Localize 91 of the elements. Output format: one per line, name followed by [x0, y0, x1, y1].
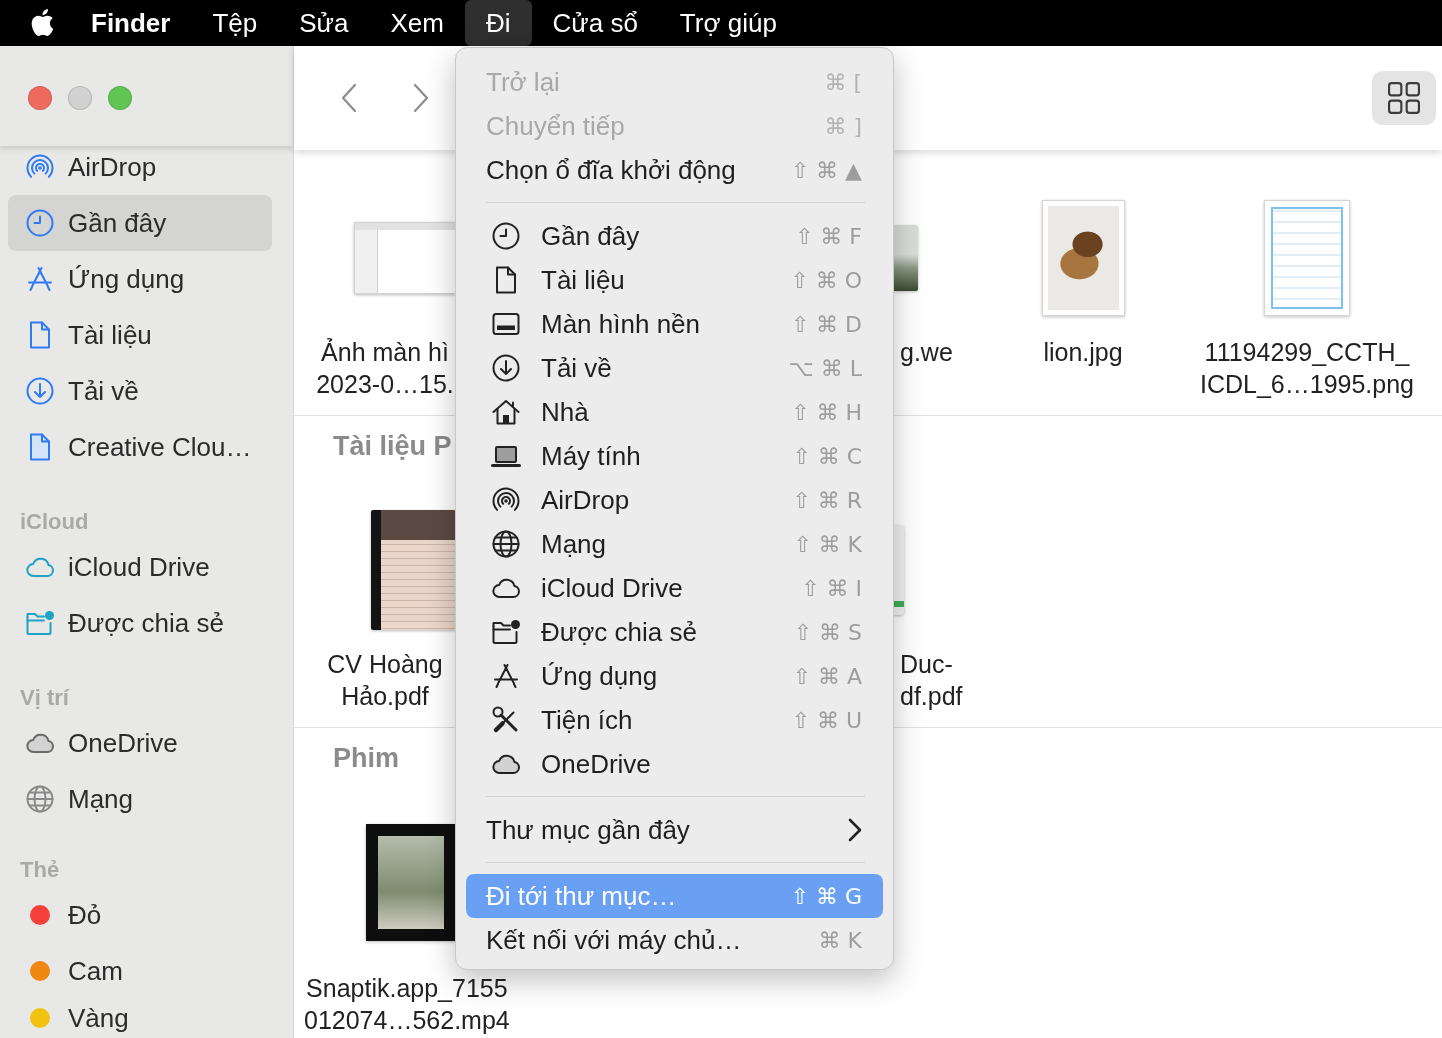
menu-item[interactable]: Tài liệu ⇧ ⌘ O — [466, 258, 883, 302]
keyboard-shortcut: ⌘ [ — [824, 69, 862, 95]
shared-folder-icon — [25, 608, 55, 638]
menu-item[interactable]: Màn hình nền ⇧ ⌘ D — [466, 302, 883, 346]
keyboard-shortcut: ⇧ ⌘ A — [792, 663, 862, 689]
menu-bar-item[interactable]: Cửa sổ — [531, 0, 659, 46]
apps-icon — [491, 661, 521, 691]
file-name: Duc- df.pdf — [899, 649, 963, 712]
menu-item[interactable]: Thư mục gần đây — [466, 808, 883, 852]
sidebar-item[interactable]: Gần đây — [8, 195, 272, 251]
group-heading: Phim — [333, 743, 399, 773]
sidebar-item[interactable]: Tài liệu — [8, 307, 272, 363]
keyboard-shortcut: ⇧ ⌘ F — [794, 223, 862, 249]
sidebar-item[interactable]: Đỏ — [8, 887, 272, 943]
group-heading: Tài liệu P — [333, 431, 452, 461]
sidebar-item[interactable]: iCloud Drive — [8, 539, 272, 595]
video-thumbnail[interactable] — [366, 823, 456, 941]
document-thumbnail[interactable] — [1264, 200, 1350, 316]
sidebar-item[interactable]: Được chia sẻ — [8, 595, 272, 651]
menu-item[interactable]: AirDrop ⇧ ⌘ R — [466, 478, 883, 522]
sidebar-item[interactable]: Vàng — [8, 999, 272, 1037]
file-name: CV Hoàng Hảo.pdf — [327, 649, 443, 712]
document-thumbnail[interactable] — [894, 525, 904, 615]
file-name: Snaptik.app_7155 012074…562.mp4 — [304, 973, 510, 1036]
menu-item[interactable]: iCloud Drive ⇧ ⌘ I — [466, 566, 883, 610]
menu-item[interactable]: Máy tính ⇧ ⌘ C — [466, 434, 883, 478]
sidebar-item[interactable]: Creative Clou… — [8, 419, 272, 475]
keyboard-shortcut: ⇧ ⌘ G — [790, 883, 862, 909]
apps-icon — [25, 264, 55, 294]
file-name: Ảnh màn hì 2023-0…15. — [316, 337, 454, 400]
file-name: lion.jpg — [1043, 337, 1123, 368]
keyboard-shortcut: ⌘ K — [818, 927, 862, 953]
menu-bar-item[interactable]: Sửa — [278, 0, 370, 46]
globe-icon — [25, 784, 55, 814]
menu-bar-item[interactable]: Finder — [70, 0, 192, 46]
keyboard-shortcut: ⇧ ⌘ D — [790, 311, 862, 337]
download-icon — [25, 376, 55, 406]
menu-bar-item[interactable]: Tệp — [191, 0, 279, 46]
menu-item[interactable]: Nhà ⇧ ⌘ H — [466, 390, 883, 434]
photo-placeholder[interactable] — [894, 225, 918, 291]
menu-bar-item[interactable]: Xem — [369, 0, 465, 46]
sidebar-item[interactable]: Tải về — [8, 363, 272, 419]
menu-item[interactable]: Ứng dụng ⇧ ⌘ A — [466, 654, 883, 698]
close-button[interactable] — [28, 86, 52, 110]
menu-item[interactable]: Gần đây ⇧ ⌘ F — [466, 214, 883, 258]
house-icon — [491, 397, 521, 427]
chevron-right-icon — [413, 83, 429, 113]
keyboard-shortcut: ⌥ ⌘ L — [788, 355, 862, 381]
keyboard-shortcut: ⇧ ⌘ ▲ — [790, 157, 862, 183]
menu-item[interactable]: OneDrive — [466, 742, 883, 786]
menu-item[interactable]: Kết nối với máy chủ… ⌘ K — [466, 918, 883, 962]
sidebar-item[interactable]: Mạng — [8, 771, 272, 827]
screenshot-thumbnail[interactable] — [354, 222, 456, 294]
menu-item[interactable]: Tiện ích ⇧ ⌘ U — [466, 698, 883, 742]
sidebar-item[interactable]: AirDrop — [8, 146, 272, 195]
view-button[interactable] — [1372, 71, 1436, 125]
chevron-left-icon — [341, 83, 357, 113]
download-icon — [491, 353, 521, 383]
menu-bar-item[interactable]: Trợ giúp — [658, 0, 798, 46]
keyboard-shortcut: ⇧ ⌘ H — [791, 399, 862, 425]
sidebar-item[interactable]: Cam — [8, 943, 272, 999]
photo-placeholder[interactable] — [1041, 200, 1125, 316]
file-name: 11194299_CCTH_ ICDL_6…1995.png — [1199, 337, 1414, 400]
globe-icon — [491, 529, 521, 559]
file-name: g.we — [899, 337, 953, 368]
clock-icon — [491, 221, 521, 251]
shared-folder-icon — [491, 617, 521, 647]
sidebar-item[interactable]: OneDrive — [8, 715, 272, 771]
menu-item[interactable]: Được chia sẻ ⇧ ⌘ S — [466, 610, 883, 654]
section-heading: Vị trí — [20, 684, 69, 712]
keyboard-shortcut: ⇧ ⌘ S — [793, 619, 862, 645]
sidebar-item[interactable]: Ứng dụng — [8, 251, 272, 307]
menu-item[interactable]: Mạng ⇧ ⌘ K — [466, 522, 883, 566]
menu-item[interactable]: Tải về ⌥ ⌘ L — [466, 346, 883, 390]
keyboard-shortcut: ⇧ ⌘ R — [792, 487, 862, 513]
keyboard-shortcut: ⇧ ⌘ C — [792, 443, 862, 469]
menu-item[interactable]: Chọn ổ đĩa khởi động ⇧ ⌘ ▲ — [466, 148, 883, 192]
keyboard-shortcut: ⇧ ⌘ O — [790, 267, 862, 293]
section-heading: Thẻ — [20, 856, 60, 884]
keyboard-shortcut: ⇧ ⌘ I — [801, 575, 862, 601]
zoom-button[interactable] — [108, 86, 132, 110]
apple-icon[interactable] — [29, 9, 53, 37]
section-heading: iCloud — [20, 508, 89, 536]
keyboard-shortcut: ⇧ ⌘ K — [793, 531, 862, 557]
chevron-right-icon — [848, 818, 862, 842]
menu-bar-item[interactable]: Đi — [464, 0, 532, 46]
clock-icon — [25, 208, 55, 238]
keyboard-shortcut: ⇧ ⌘ U — [791, 707, 862, 733]
document-thumbnail[interactable] — [371, 510, 456, 630]
keyboard-shortcut: ⌘ ] — [824, 113, 862, 139]
grid-icon — [1388, 82, 1420, 114]
